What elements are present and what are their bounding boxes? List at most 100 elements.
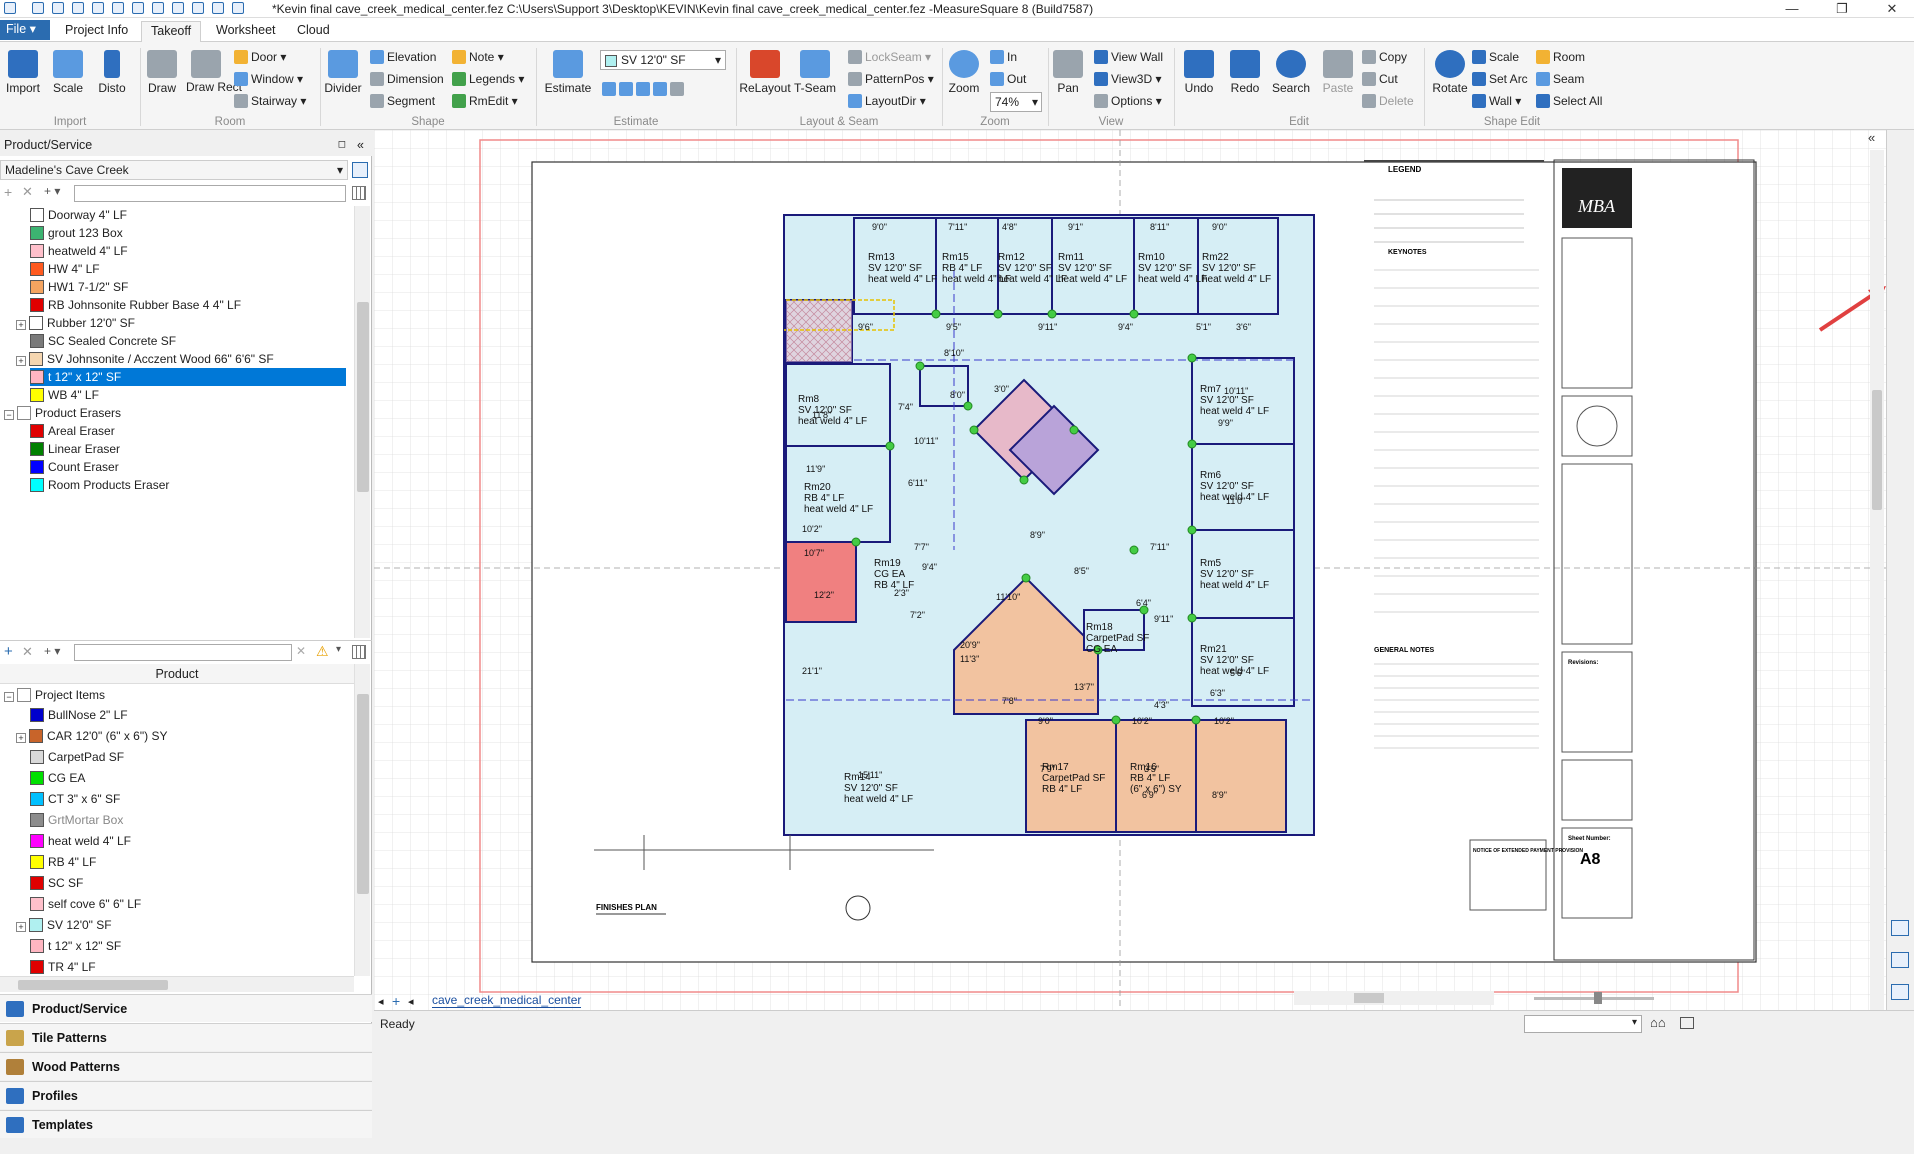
eraser-item[interactable]: Count Eraser: [30, 458, 119, 476]
add-item-icon[interactable]: +: [4, 643, 13, 660]
expand-icon[interactable]: +: [16, 733, 26, 743]
room-label[interactable]: SV 12'0" SF: [1138, 263, 1192, 274]
room-label[interactable]: Rm13: [868, 252, 895, 263]
room-label[interactable]: heat weld 4" LF: [1202, 274, 1271, 285]
zoom-out-button[interactable]: Out: [990, 70, 1026, 88]
rmedit-button[interactable]: RmEdit ▾: [452, 92, 518, 110]
clear-filter-icon[interactable]: ✕: [296, 644, 306, 658]
erasers-group[interactable]: − Product Erasers: [4, 404, 121, 422]
room-label[interactable]: Rm7: [1200, 384, 1222, 395]
project-item[interactable]: SC SF: [30, 874, 83, 892]
room-label[interactable]: heat weld 4" LF: [1058, 274, 1127, 285]
canvas-vscrollbar[interactable]: [1870, 150, 1884, 1010]
room-label[interactable]: RB 4" LF: [1130, 773, 1170, 784]
project-items-group[interactable]: − Project Items: [4, 686, 105, 704]
tab-takeoff[interactable]: Takeoff: [141, 21, 202, 43]
zoom-slider[interactable]: [1534, 992, 1654, 1004]
next-sheet-icon[interactable]: ◂: [408, 995, 414, 1008]
project-item[interactable]: + SV 12'0" SF: [16, 916, 112, 934]
set-arc-button[interactable]: Set Arc: [1472, 70, 1528, 88]
play-panel-icon[interactable]: [1891, 952, 1909, 968]
sheet-tab[interactable]: cave_creek_medical_center: [432, 993, 582, 1008]
new-file-icon[interactable]: [32, 2, 44, 14]
project-item[interactable]: self cove 6" 6" LF: [30, 895, 141, 913]
room-label[interactable]: SV 12'0" SF: [998, 263, 1052, 274]
status-select[interactable]: ▾: [1524, 1015, 1642, 1033]
room-label[interactable]: Rm20: [804, 482, 831, 493]
elevation-button[interactable]: Elevation: [370, 48, 436, 66]
product-item[interactable]: Doorway 4" LF: [30, 206, 346, 224]
expand-right-panel-icon[interactable]: «: [1868, 130, 1875, 145]
room-label[interactable]: Rm19: [874, 558, 901, 569]
room-label[interactable]: CG EA: [874, 569, 905, 580]
divider-button[interactable]: Divider: [322, 50, 364, 95]
add-icon[interactable]: +: [4, 184, 12, 200]
project-item[interactable]: t 12" x 12" SF: [30, 937, 121, 955]
room-label[interactable]: Rm22: [1202, 252, 1229, 263]
undo-button[interactable]: Undo: [1180, 50, 1218, 95]
room-label[interactable]: RB 4" LF: [1042, 784, 1082, 795]
zoom-level-select[interactable]: 74% ▾: [990, 92, 1042, 112]
expand-icon[interactable]: +: [16, 320, 26, 330]
project-item[interactable]: BullNose 2" LF: [30, 706, 128, 724]
project-item[interactable]: heat weld 4" LF: [30, 832, 131, 850]
close-button[interactable]: ✕: [1872, 0, 1912, 18]
room-label[interactable]: RB 4" LF: [804, 493, 844, 504]
items-filter-input[interactable]: [74, 644, 292, 661]
draw-button[interactable]: Draw: [144, 50, 180, 95]
project-link-icon[interactable]: [352, 162, 368, 178]
room-label[interactable]: SV 12'0" SF: [1200, 481, 1254, 492]
pan-button[interactable]: Pan: [1050, 50, 1086, 95]
product-filter-input[interactable]: [74, 185, 346, 202]
layoutdir-button[interactable]: LayoutDir ▾: [848, 92, 926, 110]
legends-button[interactable]: Legends ▾: [452, 70, 524, 88]
room-label[interactable]: heat weld 4" LF: [1138, 274, 1207, 285]
project-item[interactable]: GrtMortar Box: [30, 811, 123, 829]
room-label[interactable]: Rm21: [1200, 644, 1227, 655]
items-grid-view-icon[interactable]: [352, 645, 366, 659]
warning-icon[interactable]: ⚠: [316, 643, 329, 660]
pin-icon[interactable]: ◻: [338, 134, 346, 156]
estimate-button[interactable]: Estimate: [540, 50, 596, 95]
nav-templates[interactable]: Templates: [0, 1110, 372, 1138]
product-item[interactable]: + Rubber 12'0" SF: [16, 314, 346, 332]
room-label[interactable]: Rm10: [1138, 252, 1165, 263]
product-item[interactable]: + SV Johnsonite / Acczent Wood 66" 6'6" S…: [16, 350, 346, 368]
tab-cloud[interactable]: Cloud: [288, 21, 339, 41]
items-scrollbar[interactable]: [354, 664, 370, 976]
add-item-dropdown-icon[interactable]: + ▾: [44, 644, 60, 658]
dimension-button[interactable]: Dimension: [370, 70, 444, 88]
search-button[interactable]: Search: [1268, 50, 1314, 95]
segment-button[interactable]: Segment: [370, 92, 435, 110]
note-button[interactable]: Note ▾: [452, 48, 504, 66]
product-item[interactable]: grout 123 Box: [30, 224, 346, 242]
tab-worksheet[interactable]: Worksheet: [207, 21, 285, 41]
zoom-in-button[interactable]: In: [990, 48, 1017, 66]
room-label[interactable]: CarpetPad SF: [1086, 633, 1149, 644]
room-label[interactable]: Rm6: [1200, 470, 1222, 481]
view-wall-button[interactable]: View Wall: [1094, 48, 1163, 66]
room-label[interactable]: Rm12: [998, 252, 1025, 263]
scale-button[interactable]: Scale: [50, 50, 86, 95]
room-label[interactable]: SV 12'0" SF: [1200, 569, 1254, 580]
room-label[interactable]: SV 12'0" SF: [868, 263, 922, 274]
project-item[interactable]: RB 4" LF: [30, 853, 96, 871]
view3d-button[interactable]: View3D ▾: [1094, 70, 1162, 88]
nav-wood-patterns[interactable]: Wood Patterns: [0, 1052, 372, 1080]
undo-quick-icon[interactable]: [72, 2, 84, 14]
room-label[interactable]: RB 4" LF: [942, 263, 982, 274]
remove-item-icon[interactable]: ✕: [22, 644, 33, 660]
product-item[interactable]: heatweld 4" LF: [30, 242, 346, 260]
delete-button[interactable]: Delete: [1362, 92, 1414, 110]
relayout-button[interactable]: ReLayout: [738, 50, 792, 95]
patternpos-button[interactable]: PatternPos ▾: [848, 70, 934, 88]
import-button[interactable]: Import: [4, 50, 42, 95]
page-panel-icon[interactable]: [1891, 984, 1909, 1000]
cut-button[interactable]: Cut: [1362, 70, 1398, 88]
restore-button[interactable]: ❐: [1822, 0, 1862, 18]
remove-icon[interactable]: ✕: [22, 184, 33, 200]
product-column-header[interactable]: Product: [0, 664, 354, 684]
seam-button[interactable]: Seam: [1536, 70, 1584, 88]
collapse-panel-icon[interactable]: «: [357, 134, 364, 156]
wall-button[interactable]: Wall ▾: [1472, 92, 1521, 110]
